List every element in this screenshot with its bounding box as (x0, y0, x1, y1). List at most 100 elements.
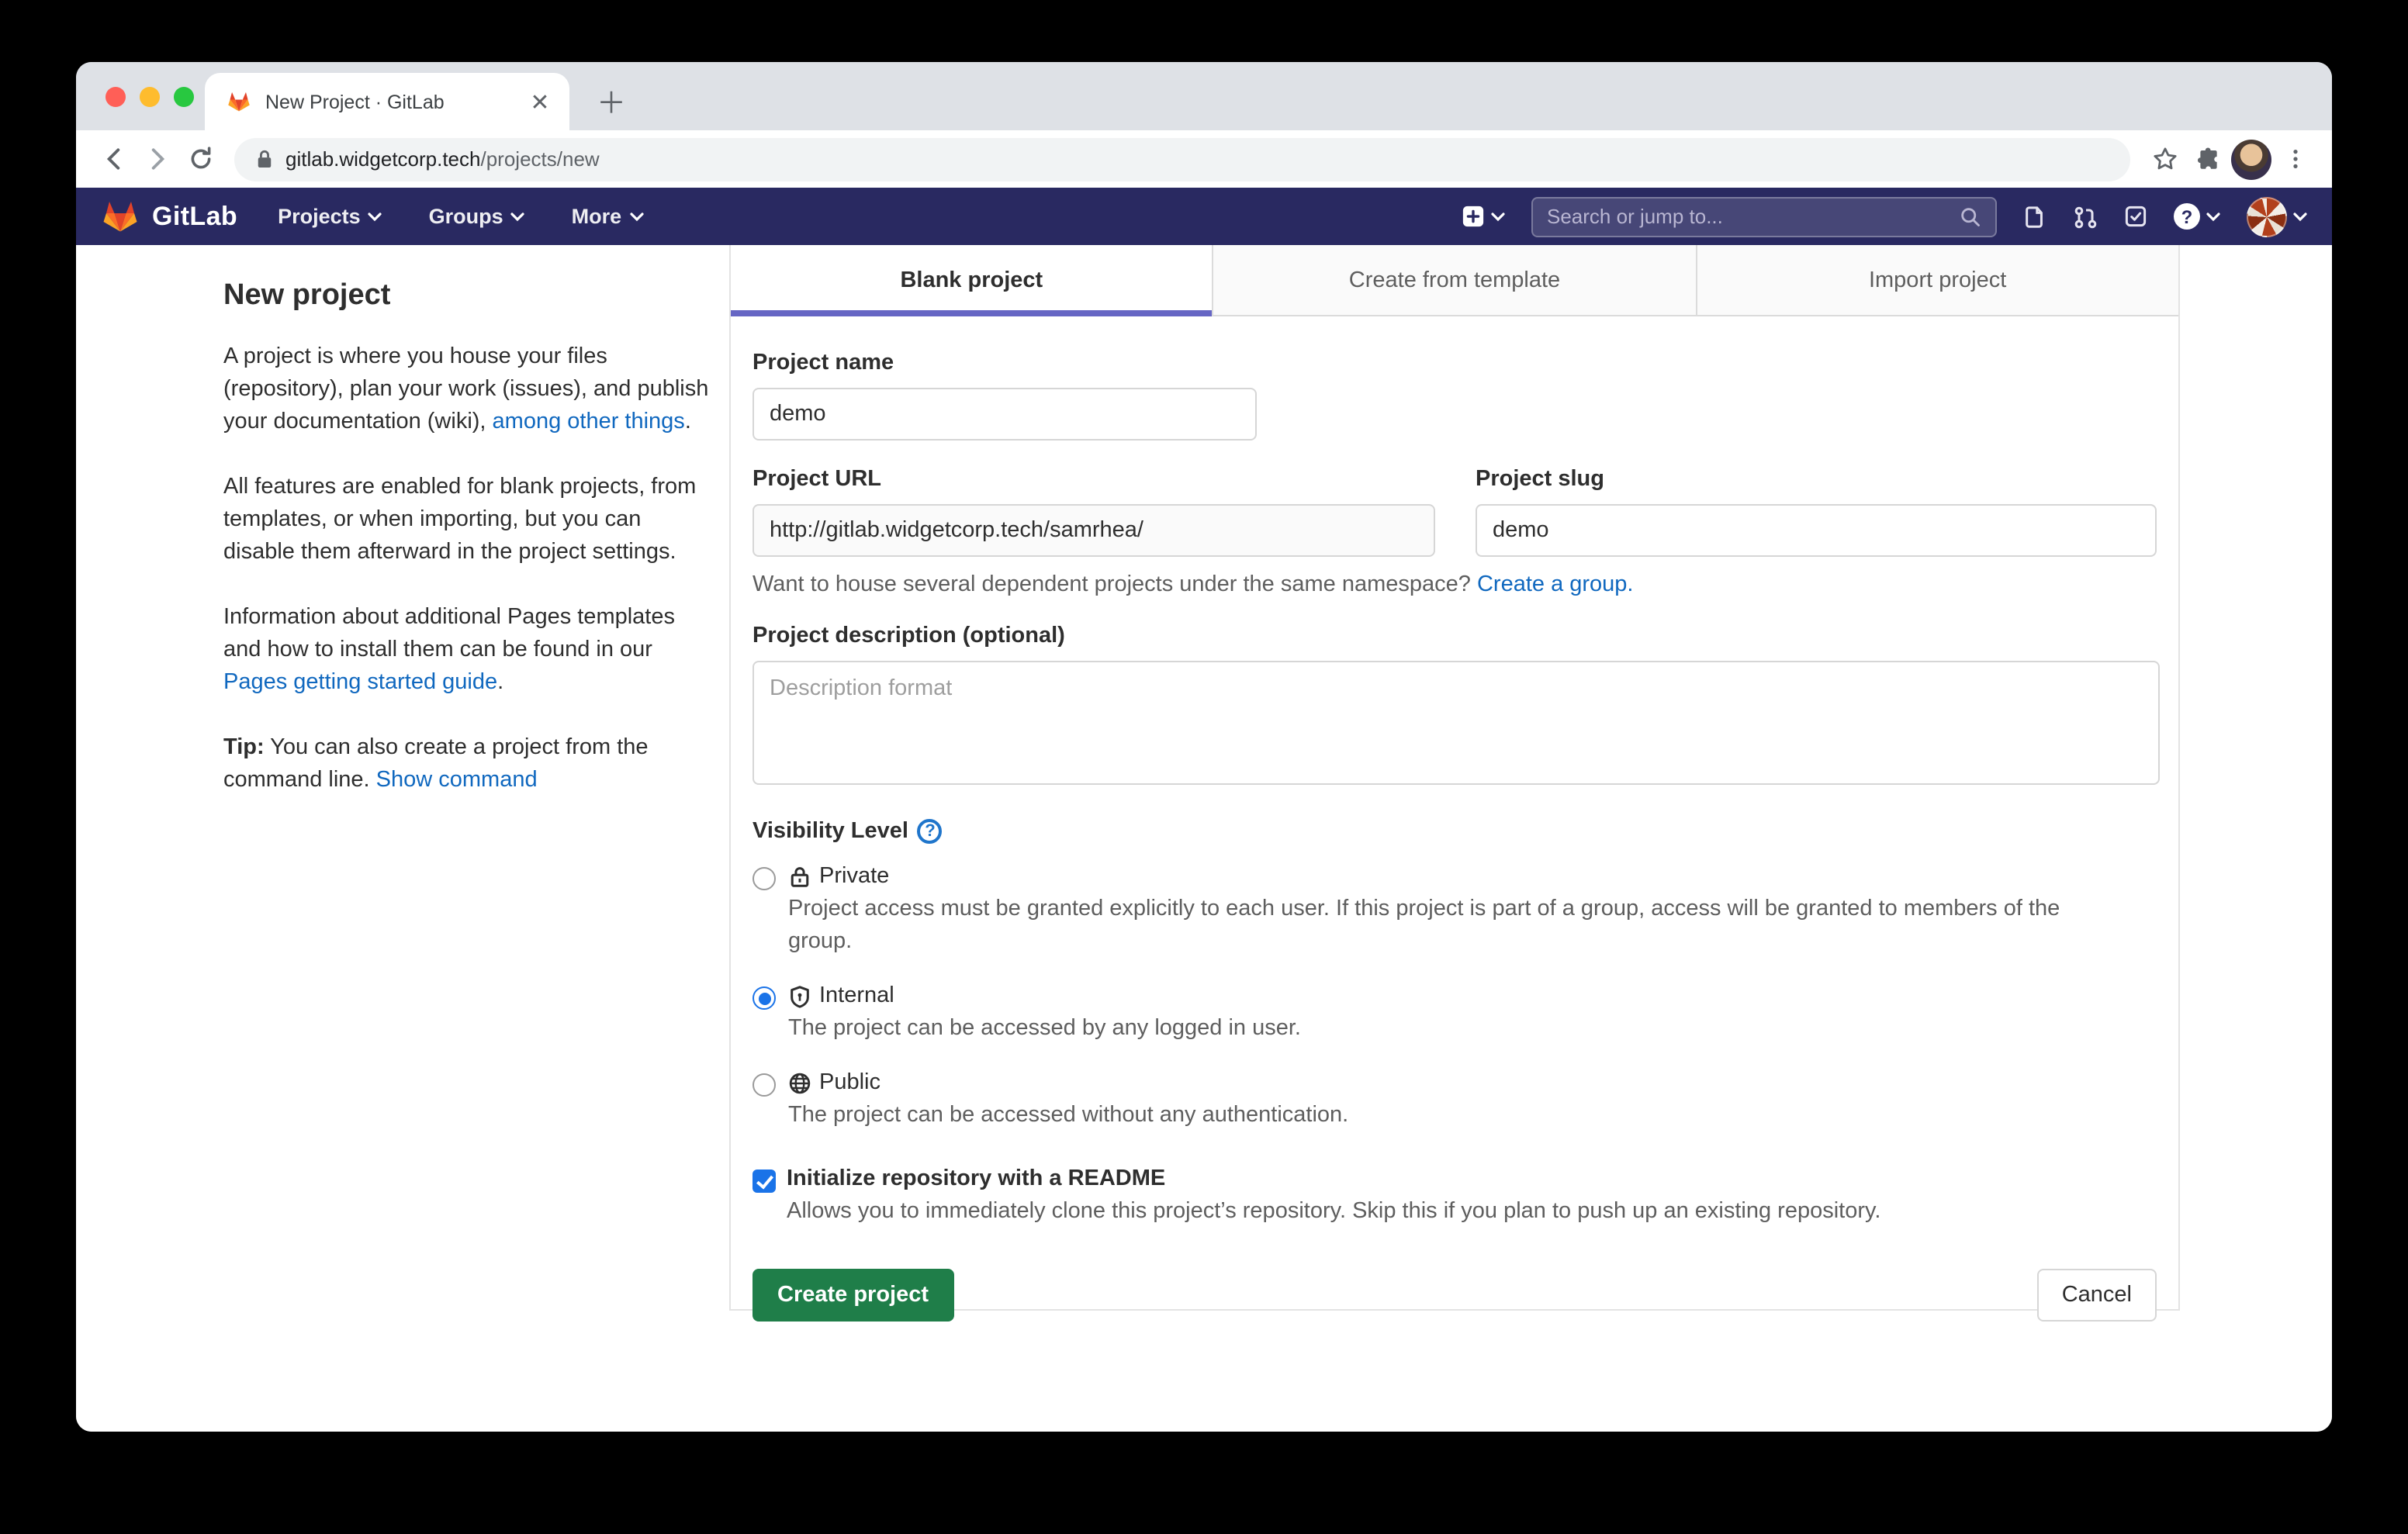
visibility-level-label: Visibility Level ? (752, 819, 2157, 844)
chevron-down-icon (511, 212, 525, 221)
p3-period: . (497, 670, 503, 695)
nav-projects-menu[interactable]: Projects (278, 205, 382, 228)
private-option-body: Private Project access must be granted e… (788, 864, 2123, 959)
readme-label: Initialize repository with a README (787, 1166, 1880, 1191)
tab-blank-project[interactable]: Blank project (731, 245, 1214, 315)
pages-guide-link[interactable]: Pages getting started guide (223, 670, 497, 695)
gitlab-main-menu: Projects Groups More (278, 205, 643, 228)
forward-icon[interactable] (135, 137, 178, 181)
browser-toolbar: gitlab.widgetcorp.tech/projects/new (76, 130, 2332, 188)
project-name-group: Project name (752, 351, 2157, 441)
profile-avatar[interactable] (2230, 137, 2273, 181)
sidebar-paragraph-3: Information about additional Pages templ… (223, 602, 717, 700)
chrome-menu-kebab-icon[interactable] (2273, 137, 2316, 181)
project-slug-input[interactable] (1476, 504, 2157, 557)
close-window-button[interactable] (106, 87, 126, 107)
nav-groups-menu[interactable]: Groups (429, 205, 525, 228)
browser-tabstrip: New Project · GitLab ✕ ＋ (76, 62, 2332, 130)
gitlab-favicon (227, 90, 251, 113)
chevron-down-icon (2293, 212, 2307, 221)
tab-create-from-template[interactable]: Create from template (1214, 245, 1697, 315)
visibility-option-public[interactable]: Public The project can be accessed witho… (752, 1070, 2157, 1132)
new-tab-button[interactable]: ＋ (591, 81, 631, 121)
nav-more-menu[interactable]: More (572, 205, 644, 228)
project-url-input[interactable] (752, 504, 1435, 557)
among-other-things-link[interactable]: among other things (493, 409, 685, 434)
internal-radio[interactable] (752, 986, 776, 1010)
tip-label: Tip: (223, 735, 265, 760)
project-name-input[interactable] (752, 388, 1257, 441)
public-option-body: Public The project can be accessed witho… (788, 1070, 1348, 1132)
project-url-group: Project URL (752, 467, 1435, 557)
project-slug-label: Project slug (1476, 467, 2157, 492)
lock-icon (788, 865, 811, 888)
private-label: Private (819, 864, 889, 889)
create-project-button[interactable]: Create project (752, 1269, 953, 1322)
show-command-link[interactable]: Show command (376, 768, 538, 793)
search-input[interactable] (1547, 205, 1960, 228)
p3-text: Information about additional Pages templ… (223, 605, 675, 662)
sidebar-paragraph-2: All features are enabled for blank proje… (223, 472, 717, 569)
nav-projects-label: Projects (278, 205, 361, 228)
globe-icon (788, 1071, 811, 1094)
project-description-group: Project description (optional) (752, 624, 2157, 793)
search-icon (1960, 206, 1981, 227)
readme-checkbox-row[interactable]: Initialize repository with a README Allo… (752, 1166, 2157, 1224)
new-project-panel: Blank project Create from template Impor… (729, 245, 2180, 1311)
user-avatar (2247, 196, 2287, 237)
form-actions: Create project Cancel (752, 1269, 2157, 1322)
tab-close-icon[interactable]: ✕ (526, 88, 554, 116)
user-menu-button[interactable] (2247, 196, 2307, 237)
p1-period: . (685, 409, 691, 434)
nav-more-label: More (572, 205, 622, 228)
back-icon[interactable] (92, 137, 135, 181)
private-radio[interactable] (752, 867, 776, 890)
internal-option-body: Internal The project can be accessed by … (788, 983, 1301, 1045)
gitlab-tanuki-icon (101, 199, 140, 234)
readme-body: Initialize repository with a README Allo… (787, 1166, 1880, 1224)
new-project-sidebar: New project A project is where you house… (223, 245, 717, 1432)
reload-icon[interactable] (178, 137, 222, 181)
internal-label: Internal (819, 983, 894, 1008)
gitlab-wordmark: GitLab (152, 201, 237, 232)
issues-icon[interactable] (2023, 204, 2046, 229)
chevron-down-icon (1491, 212, 1505, 221)
visibility-option-private[interactable]: Private Project access must be granted e… (752, 864, 2157, 959)
public-desc: The project can be accessed without any … (788, 1100, 1348, 1132)
readme-checkbox[interactable] (752, 1170, 776, 1193)
tab-import-project[interactable]: Import project (1697, 245, 2178, 315)
browser-tab[interactable]: New Project · GitLab ✕ (205, 73, 569, 130)
namespace-hint: Want to house several dependent projects… (752, 572, 2157, 597)
sidebar-paragraph-1: A project is where you house your files … (223, 341, 717, 439)
bookmark-star-icon[interactable] (2143, 137, 2186, 181)
project-slug-group: Project slug (1476, 467, 2157, 557)
screenshot-stage: New Project · GitLab ✕ ＋ gitlab.widgetco… (0, 0, 2408, 1534)
url-slug-row: Project URL Project slug (752, 467, 2157, 557)
public-label: Public (819, 1070, 881, 1095)
help-menu-button[interactable]: ? (2174, 203, 2220, 230)
blank-project-form: Project name Project URL Project slug (731, 316, 2178, 1322)
chevron-down-icon (629, 212, 643, 221)
project-description-textarea[interactable] (752, 661, 2160, 785)
extensions-puzzle-icon[interactable] (2186, 137, 2230, 181)
lock-icon (256, 149, 273, 169)
visibility-help-icon[interactable]: ? (918, 819, 943, 844)
chevron-down-icon (2206, 212, 2220, 221)
project-name-label: Project name (752, 351, 2157, 375)
merge-request-icon[interactable] (2073, 204, 2098, 229)
todos-icon[interactable] (2124, 205, 2147, 228)
public-radio[interactable] (752, 1073, 776, 1097)
search-box[interactable] (1531, 196, 1997, 237)
visibility-option-internal[interactable]: Internal The project can be accessed by … (752, 983, 2157, 1045)
new-menu-button[interactable] (1462, 205, 1505, 228)
zoom-window-button[interactable] (174, 87, 194, 107)
namespace-hint-text: Want to house several dependent projects… (752, 572, 1477, 597)
gitlab-logo[interactable]: GitLab (101, 199, 237, 234)
url-bar[interactable]: gitlab.widgetcorp.tech/projects/new (234, 137, 2130, 181)
window-controls (106, 87, 194, 107)
minimize-window-button[interactable] (140, 87, 160, 107)
create-a-group-link[interactable]: Create a group. (1477, 572, 1634, 597)
cancel-button[interactable]: Cancel (2037, 1269, 2157, 1322)
gitlab-navbar-right: ? (1462, 196, 2307, 237)
chrome-avatar-image (2231, 139, 2271, 179)
